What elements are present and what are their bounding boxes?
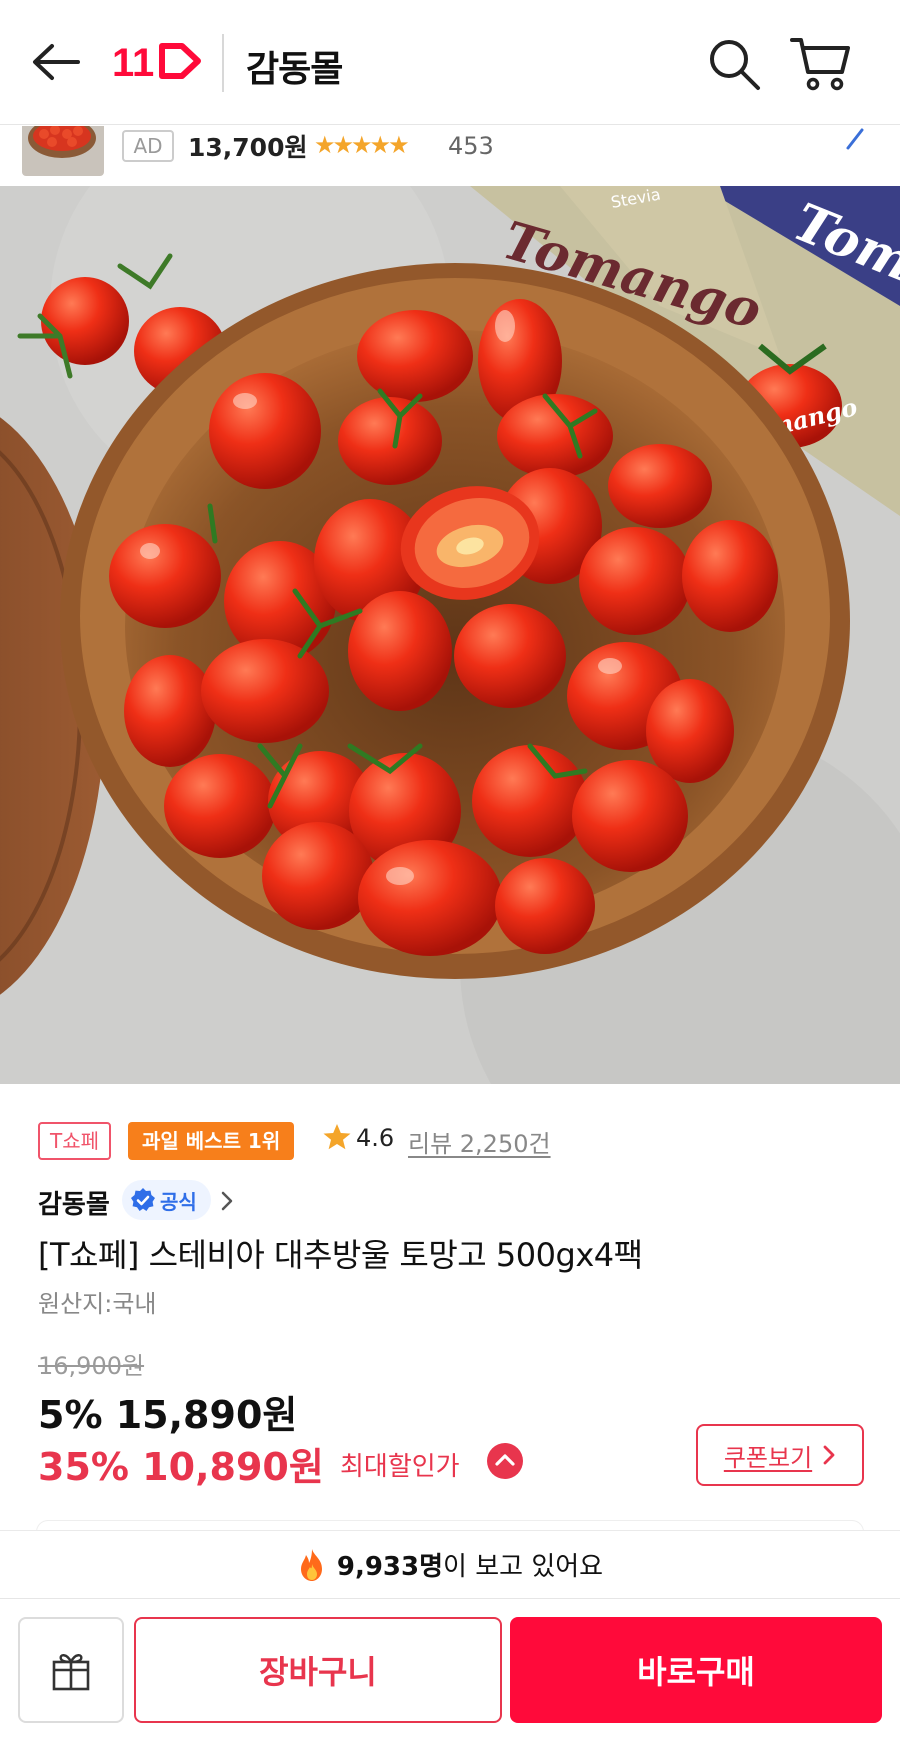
add-to-cart-button[interactable]: 장바구니 (134, 1617, 502, 1723)
product-info: T쇼페 과일 베스트 1위 4.6 리뷰 2,250건 감동몰 공식 [T쇼페]… (0, 1084, 900, 1530)
buy-now-button[interactable]: 바로구매 (510, 1617, 882, 1723)
top-header: 11 감동몰 (0, 0, 900, 125)
viewers-count: 9,933명 (336, 1552, 444, 1582)
product-origin: 원산지:국내 (38, 1290, 157, 1318)
chevron-up-icon[interactable] (486, 1442, 524, 1480)
original-price: 16,900원 (38, 1352, 145, 1380)
search-icon[interactable] (706, 36, 762, 92)
viewers-suffix: 이 보고 있어요 (443, 1552, 604, 1582)
store-title[interactable]: 감동몰 (246, 40, 343, 92)
ad-banner[interactable]: AD 13,700원 ★★★★★ 453 (0, 126, 900, 186)
rating-value: 4.6 (356, 1124, 395, 1152)
back-arrow-icon[interactable] (30, 40, 82, 84)
product-title: [T쇼페] 스테비아 대추방울 토망고 500gx4팩 (38, 1236, 643, 1274)
seller-name[interactable]: 감동몰 (38, 1184, 110, 1221)
chevron-right-icon[interactable] (220, 1190, 234, 1212)
ad-thumbnail (22, 126, 104, 176)
best-rank-badge[interactable]: 과일 베스트 1위 (128, 1122, 295, 1160)
11st-logo[interactable]: 11 (112, 36, 204, 86)
viewers-notice: 9,933명이 보고 있어요 (0, 1530, 900, 1598)
chevron-right-icon (823, 1445, 835, 1465)
gift-icon (52, 1654, 90, 1691)
official-badge[interactable]: 공식 (122, 1180, 211, 1220)
sale-price: 5% 15,890원 (38, 1393, 298, 1437)
viewers-text: 9,933명이 보고 있어요 (337, 1546, 603, 1583)
max-discount-price: 35% 10,890원 (38, 1445, 324, 1489)
max-discount-label[interactable]: 최대할인가 (340, 1446, 460, 1483)
official-label: 공식 (160, 1189, 197, 1214)
ad-review-count: 453 (448, 132, 494, 160)
ad-price: 13,700원 (188, 133, 308, 162)
coupon-button[interactable]: 쿠폰보기 (696, 1424, 864, 1486)
fire-icon (300, 1548, 322, 1581)
tshop-badge: T쇼페 (38, 1122, 112, 1160)
bottom-action-bar: 장바구니 바로구매 (0, 1598, 900, 1742)
gift-button[interactable] (18, 1617, 124, 1723)
cart-icon[interactable] (790, 34, 852, 92)
verified-check-icon (131, 1188, 155, 1211)
ad-badge: AD (122, 130, 174, 162)
ad-rating-stars: ★★★★★ (314, 131, 410, 159)
review-link[interactable]: 리뷰 2,250건 (408, 1124, 551, 1159)
header-divider (222, 34, 224, 92)
coupon-label: 쿠폰보기 (723, 1443, 813, 1472)
logo-text: 11 (112, 41, 154, 85)
star-icon (323, 1124, 351, 1150)
product-image[interactable]: Tomango Tom Stevia Tomango (0, 186, 900, 1084)
ad-chevron-icon[interactable] (846, 126, 866, 150)
